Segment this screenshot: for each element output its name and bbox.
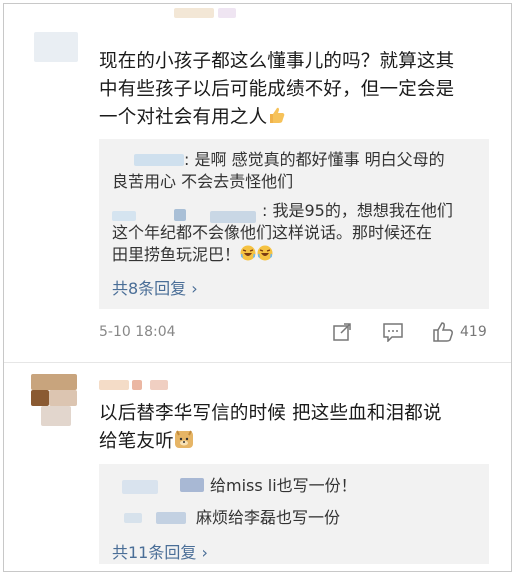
reply-4[interactable]: 麻烦给李磊也写一份: [196, 507, 340, 529]
reply-username-blurred: [124, 513, 142, 523]
reply-username-blurred: [122, 480, 158, 494]
share-button[interactable]: [332, 322, 352, 342]
comment-2-more-replies-link[interactable]: 共11条回复 ›: [112, 539, 208, 563]
thumbs-up-emoji-icon: [267, 105, 287, 134]
reply-1[interactable]: : 是啊 感觉真的都好懂事 明白父母的 良苦用心 不会去责怪他们: [112, 149, 482, 193]
comment-1-more-replies-link[interactable]: 共8条回复 ›: [112, 275, 198, 299]
reply-username-blurred: [156, 512, 186, 524]
thumbs-up-icon: [433, 322, 453, 342]
comment-1-text: 现在的小孩子都这么懂事儿的吗？就算这其 中有些孩子以后可能成绩不好，但一定会是 …: [99, 48, 499, 134]
avatar-blurred: [31, 374, 77, 426]
comment-button[interactable]: [382, 322, 404, 342]
reply-username-blurred: [180, 478, 204, 492]
username-blurred: [174, 8, 214, 18]
reply-2[interactable]: : 我是95的，想想我在他们 这个年纪都不会像他们这样说话。那时候还在 田里捞鱼…: [112, 200, 482, 268]
username-blurred: [99, 380, 129, 390]
like-count: 419: [460, 324, 487, 340]
like-button[interactable]: 419: [432, 322, 487, 342]
screenshot-frame: 现在的小孩子都这么懂事儿的吗？就算这其 中有些孩子以后可能成绩不好，但一定会是 …: [3, 3, 512, 572]
username-blurred: [218, 8, 236, 18]
username-blurred: [132, 380, 142, 390]
avatar-blurred: [34, 32, 78, 62]
username-blurred: [150, 380, 168, 390]
comment-1-timestamp: 5-10 18:04: [99, 324, 176, 340]
share-icon: [333, 323, 351, 341]
reply-3[interactable]: 给miss li也写一份！: [210, 475, 357, 497]
comment-2-text: 以后替李华写信的时候 把这些血和泪都说 给笔友听: [99, 400, 499, 458]
comment-icon: [383, 323, 403, 342]
doge-emoji-icon: [174, 429, 194, 458]
divider: [4, 362, 511, 363]
laughing-emoji-icon: [240, 244, 274, 268]
